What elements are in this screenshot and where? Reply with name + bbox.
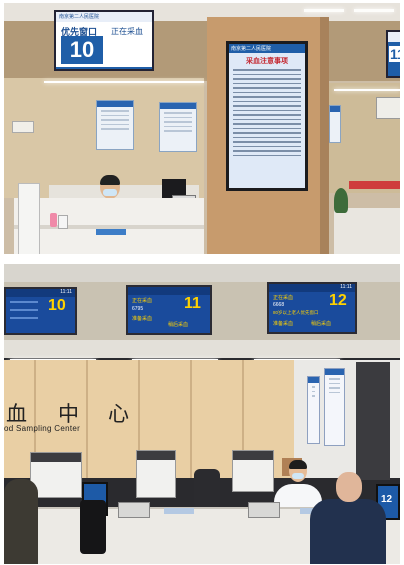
tray (96, 229, 126, 235)
ceiling-light (354, 9, 394, 12)
display-header: 11:11 (269, 284, 355, 292)
kiosk-number: 12 (381, 494, 393, 505)
tube-labeler (232, 450, 274, 492)
sign-body: 优先窗口 正在采血 10 (56, 22, 152, 67)
queue-number: 11 (389, 46, 400, 62)
wall-seam (190, 360, 192, 478)
wall-seam (86, 360, 88, 478)
display-detail: 6668 (273, 302, 285, 308)
sign-status: 正在采血 (111, 27, 143, 36)
display-label-now: 正在采血 (273, 295, 294, 301)
wall-caption: od Sampling Center (4, 424, 81, 433)
wall-plate (12, 121, 34, 133)
display-label-now: 正在采血 (132, 298, 153, 304)
display-label-wait: 准备采血 (273, 321, 294, 327)
display-label-next: 稍后采血 (168, 322, 189, 328)
staff-hair (289, 460, 307, 469)
bottle (58, 215, 68, 229)
window-sign: 南京第二人民医院 优先窗口 正在采血 10 (54, 10, 154, 71)
booth-light (44, 81, 204, 83)
roll-up-poster (324, 368, 345, 446)
notice-title: 采血注意事项 (246, 58, 288, 65)
top-photo: 南京第二人民医院 优先窗口 正在采血 10 11 南京第二人民医院 采血注意事项 (4, 3, 400, 254)
display-header (128, 287, 210, 295)
sign-header (388, 32, 400, 42)
kiosk-stand (80, 500, 106, 554)
notice-panel: 南京第二人民医院 采血注意事项 (229, 44, 305, 188)
display-label-wait: 准备采血 (132, 316, 153, 322)
notice-header: 南京第二人民医院 (229, 44, 305, 53)
queue-number: 10 (61, 36, 103, 64)
staff-hair (100, 175, 120, 185)
info-poster (329, 105, 341, 143)
queue-display: 正在采血 6795 准备采血 稍后采血 11 (126, 285, 212, 335)
plant (334, 188, 348, 213)
window-sign-right: 11 (386, 30, 400, 78)
info-poster (96, 100, 134, 150)
device (248, 502, 280, 518)
queue-number: 12 (329, 292, 347, 309)
display-detail: 6795 (132, 306, 144, 312)
booth-light (334, 89, 400, 91)
sign-header: 南京第二人民医院 (56, 12, 152, 22)
face-mask (103, 189, 117, 196)
display-time: 11:11 (340, 284, 352, 290)
queue-display: 11:11 10 (4, 287, 77, 335)
tray (164, 508, 194, 514)
red-trim (349, 181, 400, 189)
desk-right (334, 208, 400, 254)
office-chair (194, 469, 220, 509)
pillar-shadow (320, 17, 329, 254)
air-conditioner (376, 97, 400, 119)
doorway (356, 362, 390, 480)
frame-band (4, 340, 400, 358)
display-time: 11:11 (60, 289, 72, 295)
notice-screen: 南京第二人民医院 采血注意事项 (226, 41, 308, 191)
queue-number: 11 (184, 295, 201, 312)
patient (4, 479, 38, 564)
patient (310, 499, 386, 564)
queue-number: 10 (48, 297, 66, 314)
wall-character: 心 (108, 402, 131, 426)
device (118, 502, 150, 518)
patient-head (336, 472, 362, 502)
display-extra: 80岁以上老人优先窗口 (273, 310, 319, 315)
bottle (50, 213, 57, 227)
ceiling-light (304, 9, 344, 12)
display-label-next: 稍后采血 (311, 321, 332, 327)
bottom-photo: 11:11 10 正在采血 6795 准备采血 稍后采血 11 11:11 正在… (4, 264, 400, 564)
face-mask (292, 473, 304, 479)
display-header: 11:11 (6, 289, 75, 297)
roll-up-poster (307, 376, 320, 444)
queue-display: 11:11 正在采血 6668 80岁以上老人优先窗口 准备采血 稍后采血 12 (267, 282, 357, 334)
partition (18, 183, 40, 254)
info-poster (159, 102, 197, 152)
tube-labeler (136, 450, 176, 498)
